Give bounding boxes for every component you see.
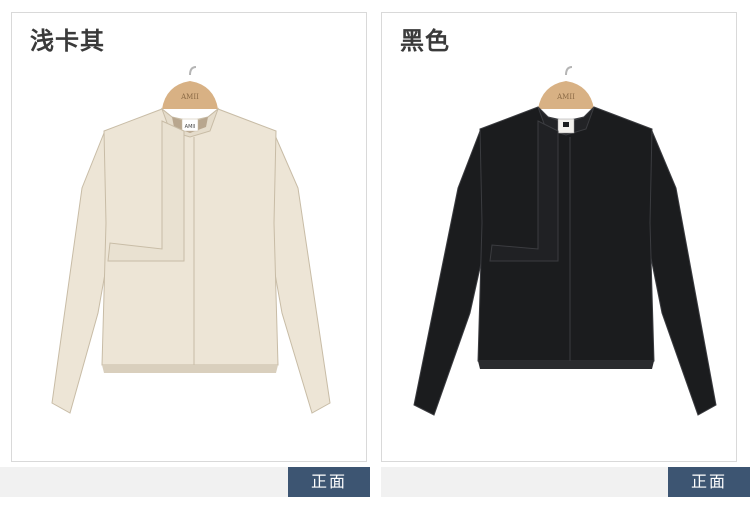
jacket-image-khaki: AMII AMII [51,66,331,414]
tag-brand-text: AMII [185,124,196,130]
hanger-icon: AMII [538,66,594,109]
hanger-icon: AMII [162,66,218,109]
view-label-tag: 正面 [668,467,750,497]
hanger-brand-text: AMII [180,93,199,101]
product-panel-khaki: 浅卡其 AMII AMII [11,12,367,462]
product-panel-black: 黑色 AMII [381,12,737,462]
jacket-image-black: AMII [413,66,717,416]
hanger-brand-text: AMII [556,93,575,101]
view-label-tag: 正面 [288,467,370,497]
footer-bar [381,467,668,497]
footer-bar [0,467,288,497]
